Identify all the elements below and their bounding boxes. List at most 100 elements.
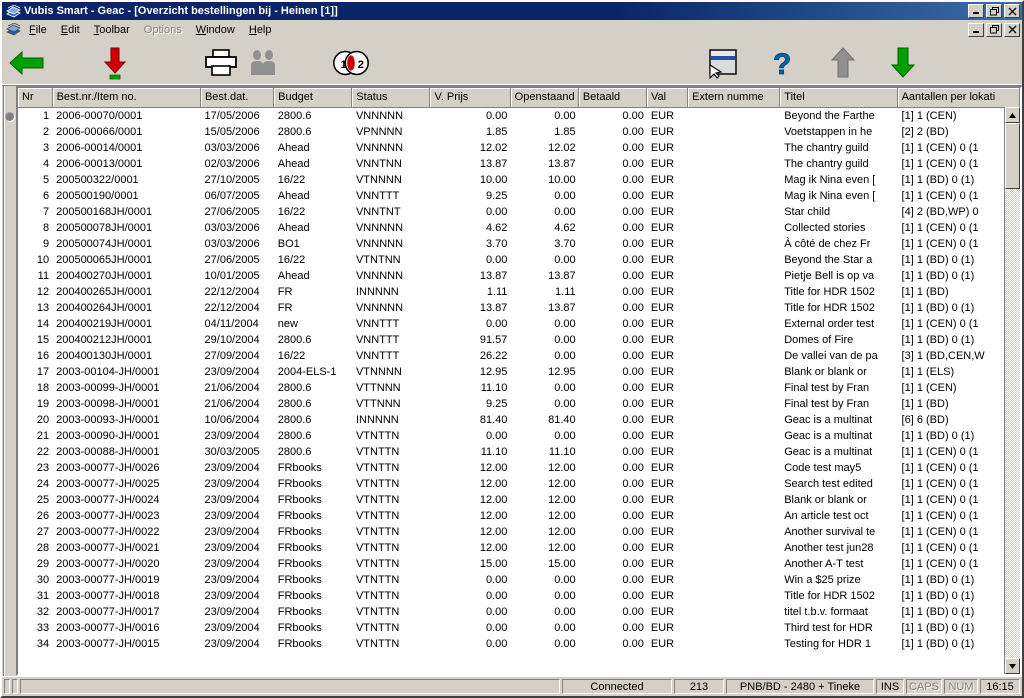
column-header-open[interactable]: Openstaand <box>510 88 579 108</box>
left-margin-divider <box>3 86 5 676</box>
menu-item-window[interactable]: Window <box>189 22 242 38</box>
column-header-vprijs[interactable]: V. Prijs <box>429 88 511 108</box>
mdi-child-icon[interactable] <box>4 23 22 36</box>
column-header-budget[interactable]: Budget <box>273 88 353 108</box>
status-location: PNB/BD - 2480 + Tineke <box>726 679 874 694</box>
minimize-button-outer[interactable] <box>968 4 984 18</box>
table-row[interactable]: 6 200500190/0001 06/07/2005 Ahead VNNTTT 9.25… <box>18 188 1020 204</box>
select-row-icon[interactable] <box>702 43 744 83</box>
cell-budget: FRbooks <box>277 477 322 490</box>
menu-item-file[interactable]: File <box>22 22 54 38</box>
scroll-up-button[interactable] <box>1005 107 1020 123</box>
back-arrow-icon[interactable] <box>6 43 48 83</box>
cell-status: VTNTTN <box>355 605 400 618</box>
close-button-mdi[interactable] <box>1004 22 1020 37</box>
column-header-status[interactable]: Status <box>351 88 431 108</box>
grid-body[interactable]: 1 2006-00070/0001 17/05/2006 2800.6 VNNNNN 0.… <box>18 107 1020 674</box>
cell-nr: 11 <box>37 269 50 282</box>
cell-val: EUR <box>650 285 675 298</box>
cell-val: EUR <box>650 365 675 378</box>
vertical-scrollbar[interactable] <box>1004 107 1020 674</box>
menu-item-help[interactable]: Help <box>242 22 279 38</box>
column-header-nr[interactable]: Nr <box>18 88 53 108</box>
table-row[interactable]: 7 200500168JH/0001 27/06/2005 16/22 VNNTNT 0.… <box>18 204 1020 220</box>
status-connection: Connected <box>562 679 672 694</box>
table-row[interactable]: 14 200400219JH/0001 04/11/2004 new VNNTTT 0.0… <box>18 316 1020 332</box>
restore-button-mdi[interactable] <box>986 22 1002 37</box>
table-row[interactable]: 25 2003-00077-JH/0024 23/09/2004 FRbooks VTN… <box>18 492 1020 508</box>
table-row[interactable]: 18 2003-00099-JH/0001 21/06/2004 2800.6 VTTN… <box>18 380 1020 396</box>
splitter-handle[interactable] <box>5 112 14 121</box>
table-row[interactable]: 34 2003-00077-JH/0015 23/09/2004 FRbooks VTN… <box>18 636 1020 652</box>
two-people-icon[interactable] <box>242 43 284 83</box>
cell-betaald: 0.00 <box>622 461 644 474</box>
cell-aantallen: [1] 1 (CEN) 0 (1 <box>901 221 979 234</box>
venn-diagram-icon[interactable]: 1 2 <box>330 43 372 83</box>
column-header-extern[interactable]: Extern numme <box>687 88 781 108</box>
minimize-button-mdi[interactable] <box>968 22 984 37</box>
down-arrow-icon[interactable] <box>882 43 924 83</box>
cell-nr: 31 <box>36 589 50 602</box>
cell-val: EUR <box>650 301 675 314</box>
column-header-bestdat[interactable]: Best.dat. <box>200 88 275 108</box>
table-row[interactable]: 1 2006-00070/0001 17/05/2006 2800.6 VNNNNN 0.… <box>18 108 1020 124</box>
table-row[interactable]: 15 200400212JH/0001 29/10/2004 2800.6 VNNTTT… <box>18 332 1020 348</box>
table-row[interactable]: 12 200400265JH/0001 22/12/2004 FR INNNNN 1.11… <box>18 284 1020 300</box>
table-row[interactable]: 8 200500078JH/0001 03/03/2006 Ahead VNNNNN 4.… <box>18 220 1020 236</box>
cell-aantallen: [1] 1 (BD) 0 (1) <box>901 621 975 634</box>
table-row[interactable]: 21 2003-00090-JH/0001 23/09/2004 2800.6 VTNT… <box>18 428 1020 444</box>
table-row[interactable]: 22 2003-00088-JH/0001 30/03/2005 2800.6 VTNT… <box>18 444 1020 460</box>
table-row[interactable]: 3 2006-00014/0001 03/03/2006 Ahead VNNNNN 12.… <box>18 140 1020 156</box>
cell-nr: 19 <box>36 397 50 410</box>
table-row[interactable]: 24 2003-00077-JH/0025 23/09/2004 FRbooks VTN… <box>18 476 1020 492</box>
cell-betaald: 0.00 <box>622 605 644 618</box>
cell-extern <box>688 524 780 540</box>
cell-extern <box>688 284 780 300</box>
table-row[interactable]: 17 2003-00104-JH/0001 23/09/2004 2004-ELS-1… <box>18 364 1020 380</box>
table-row[interactable]: 30 2003-00077-JH/0019 23/09/2004 FRbooks VTN… <box>18 572 1020 588</box>
cell-nr: 27 <box>36 525 50 538</box>
scroll-track[interactable] <box>1005 123 1020 658</box>
table-row[interactable]: 11 200400270JH/0001 10/01/2005 Ahead VNNNNN 1… <box>18 268 1020 284</box>
table-row[interactable]: 20 2003-00093-JH/0001 10/06/2004 2800.6 INNN… <box>18 412 1020 428</box>
cell-bestdat: 23/09/2004 <box>204 477 260 490</box>
cell-betaald: 0.00 <box>622 557 644 570</box>
table-row[interactable]: 28 2003-00077-JH/0021 23/09/2004 FRbooks VTN… <box>18 540 1020 556</box>
column-header-titel[interactable]: Titel <box>779 88 898 108</box>
cell-vprijs: 81.40 <box>479 413 508 426</box>
menu-item-edit[interactable]: Edit <box>54 22 87 38</box>
table-row[interactable]: 9 200500074JH/0001 03/03/2006 BO1 VNNNNN 3.70… <box>18 236 1020 252</box>
column-header-aantallen[interactable]: Aantallen per lokati <box>897 88 1020 108</box>
print-icon[interactable] <box>200 43 242 83</box>
table-row[interactable]: 23 2003-00077-JH/0026 23/09/2004 FRbooks VTN… <box>18 460 1020 476</box>
download-arrow-icon[interactable] <box>94 43 136 83</box>
column-header-val[interactable]: Val <box>646 88 689 108</box>
cell-aantallen: [1] 1 (BD) <box>901 397 949 410</box>
cell-vprijs: 9.25 <box>486 189 508 202</box>
table-row[interactable]: 2 2006-00066/0001 15/05/2006 2800.6 VPNNNN 1.… <box>18 124 1020 140</box>
table-row[interactable]: 29 2003-00077-JH/0020 23/09/2004 FRbooks VTN… <box>18 556 1020 572</box>
table-row[interactable]: 13 200400264JH/0001 22/12/2004 FR VNNNNN 13.8… <box>18 300 1020 316</box>
table-row[interactable]: 10 200500065JH/0001 27/06/2005 16/22 VTNTNN 0… <box>18 252 1020 268</box>
column-header-bestnr[interactable]: Best.nr./Item no. <box>52 88 201 108</box>
cell-open: 1.11 <box>555 285 576 298</box>
restore-button-outer[interactable] <box>986 4 1002 18</box>
menu-item-toolbar[interactable]: Toolbar <box>87 22 137 38</box>
scroll-thumb[interactable] <box>1005 123 1020 189</box>
table-row[interactable]: 26 2003-00077-JH/0023 23/09/2004 FRbooks VTN… <box>18 508 1020 524</box>
column-header-betaald[interactable]: Betaald <box>578 88 647 108</box>
cell-status: VTNTTN <box>355 525 400 538</box>
close-button-outer[interactable] <box>1004 4 1020 18</box>
table-row[interactable]: 19 2003-00098-JH/0001 21/06/2004 2800.6 VTTN… <box>18 396 1020 412</box>
scroll-down-button[interactable] <box>1005 658 1020 674</box>
table-row[interactable]: 32 2003-00077-JH/0017 23/09/2004 FRbooks VTN… <box>18 604 1020 620</box>
cell-nr: 17 <box>36 365 50 378</box>
table-row[interactable]: 33 2003-00077-JH/0016 23/09/2004 FRbooks VTN… <box>18 620 1020 636</box>
cell-bestnr: 2003-00077-JH/0015 <box>56 637 160 650</box>
table-row[interactable]: 5 200500322/0001 27/10/2005 16/22 VTNNNN 10.0… <box>18 172 1020 188</box>
table-row[interactable]: 4 2006-00013/0001 02/03/2006 Ahead VNNTNN 13.… <box>18 156 1020 172</box>
table-row[interactable]: 16 200400130JH/0001 27/09/2004 16/22 VNNTTT 2… <box>18 348 1020 364</box>
help-question-icon[interactable]: ? <box>762 43 804 83</box>
table-row[interactable]: 31 2003-00077-JH/0018 23/09/2004 FRbooks VTN… <box>18 588 1020 604</box>
table-row[interactable]: 27 2003-00077-JH/0022 23/09/2004 FRbooks VTN… <box>18 524 1020 540</box>
